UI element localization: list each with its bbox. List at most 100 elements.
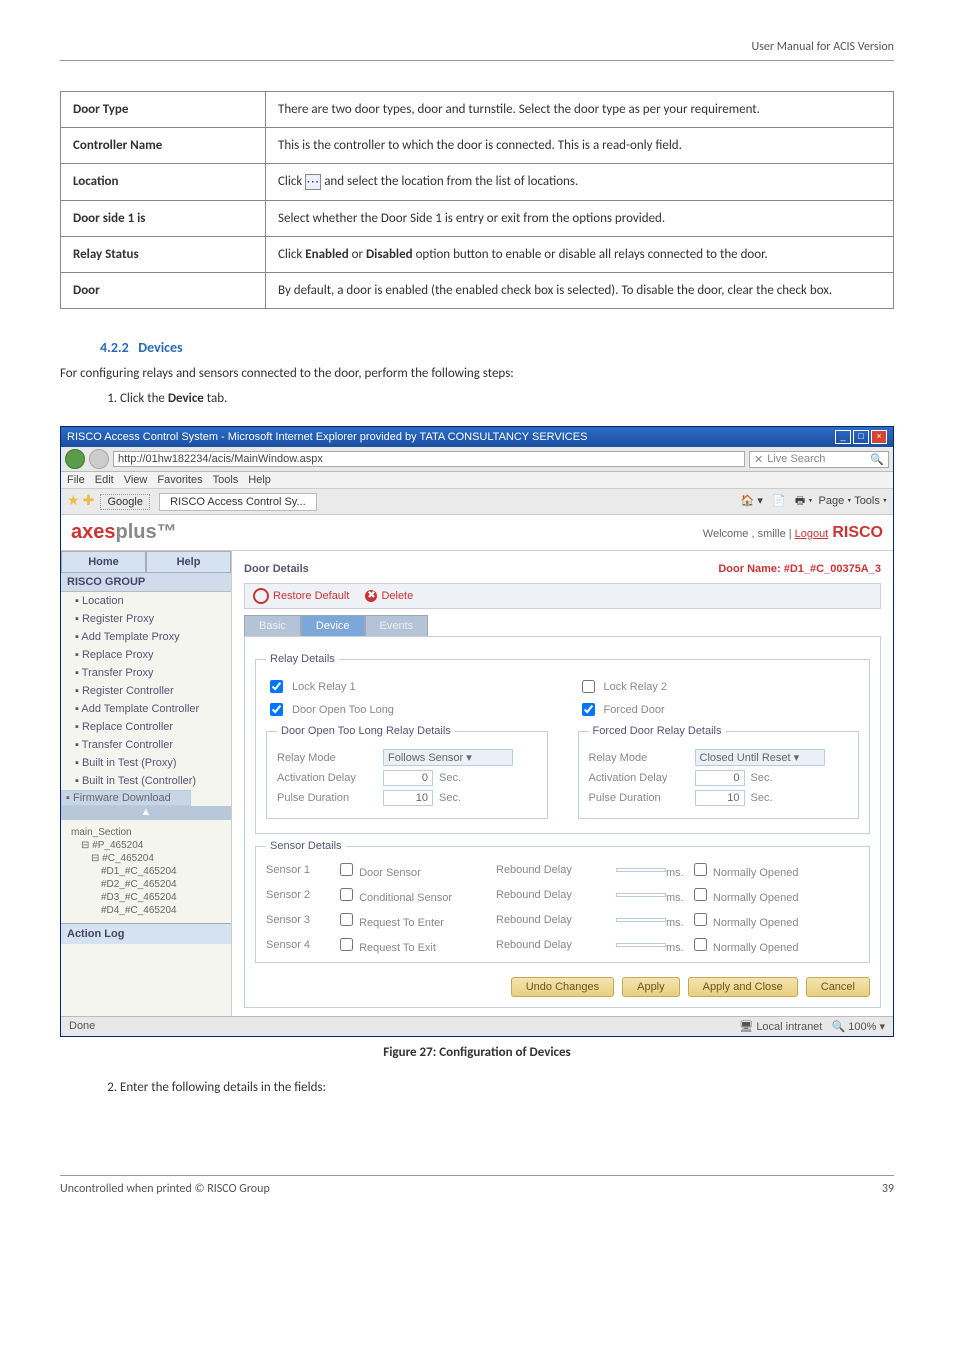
collapse-icon[interactable]: ▲: [61, 806, 231, 820]
norm-open[interactable]: [694, 863, 707, 876]
norm-open[interactable]: [694, 938, 707, 951]
sensor-enable[interactable]: [340, 913, 353, 926]
fav-google[interactable]: Google: [100, 494, 149, 510]
sensor-enable[interactable]: [340, 938, 353, 951]
act-delay-input[interactable]: 0: [695, 770, 745, 786]
apply-close-button[interactable]: Apply and Close: [688, 977, 798, 997]
delete-button[interactable]: ✖Delete: [365, 588, 413, 604]
step-1: Click the Device tab.: [120, 391, 894, 406]
relay-legend: Relay Details: [266, 653, 339, 665]
rebound-input[interactable]: [616, 943, 666, 947]
tree-item[interactable]: #D4_#C_465204: [71, 904, 225, 917]
section-heading: 4.2.2 Devices: [100, 339, 894, 356]
browser-menu[interactable]: FileEditViewFavoritesToolsHelp: [61, 472, 893, 489]
sensor-enable[interactable]: [340, 888, 353, 901]
screenshot: RISCO Access Control System - Microsoft …: [60, 426, 894, 1037]
undo-button[interactable]: Undo Changes: [511, 977, 614, 997]
browse-icon: ⋯: [305, 174, 321, 190]
action-log[interactable]: Action Log: [61, 923, 231, 944]
pulse-input[interactable]: 10: [383, 790, 433, 806]
pulse-input[interactable]: 10: [695, 790, 745, 806]
intro-text: For configuring relays and sensors conne…: [60, 366, 894, 381]
cancel-button[interactable]: Cancel: [806, 977, 870, 997]
tab-home[interactable]: Home: [61, 551, 146, 573]
norm-open[interactable]: [694, 913, 707, 926]
status-done: Done: [69, 1020, 95, 1033]
row-desc: This is the controller to which the door…: [266, 128, 894, 164]
browser-tab[interactable]: RISCO Access Control Sy...: [159, 493, 317, 511]
welcome-text: Welcome , smille | LogoutRISCO: [703, 524, 883, 542]
sidebar-item[interactable]: ▪ Add Template Controller: [61, 700, 231, 718]
sidebar-item[interactable]: ▪ Replace Proxy: [61, 646, 231, 664]
forced-door[interactable]: [582, 703, 595, 716]
status-zoom[interactable]: 100%: [848, 1021, 876, 1033]
tab-help[interactable]: Help: [146, 551, 231, 573]
rebound-input[interactable]: [616, 918, 666, 922]
close-icon[interactable]: ×: [871, 430, 887, 444]
tree: main_Section ⊟ #P_465204 ⊟ #C_465204 #D1…: [61, 820, 231, 923]
search-box[interactable]: ✕Live Search🔍: [749, 451, 889, 468]
sidebar-item[interactable]: ▪ Replace Controller: [61, 718, 231, 736]
dootl-legend: Door Open Too Long Relay Details: [277, 725, 455, 737]
window-buttons[interactable]: _□×: [833, 430, 887, 444]
back-icon[interactable]: [65, 449, 85, 469]
sidebar-item[interactable]: ▪ Register Proxy: [61, 610, 231, 628]
sidebar-group: RISCO GROUP: [61, 573, 231, 592]
sidebar-item[interactable]: ▪ Built in Test (Controller): [61, 772, 231, 790]
logout-link[interactable]: Logout: [795, 528, 829, 540]
tree-item[interactable]: #D3_#C_465204: [71, 891, 225, 904]
forward-icon[interactable]: [89, 449, 109, 469]
row-label: Relay Status: [61, 237, 266, 273]
sidebar-item[interactable]: ▪ Add Template Proxy: [61, 628, 231, 646]
tree-title: main_Section: [71, 826, 225, 839]
sidebar-item[interactable]: ▪ Built in Test (Proxy): [61, 754, 231, 772]
door-name: Door Name: #D1_#C_00375A_3: [718, 563, 881, 575]
minimize-icon[interactable]: _: [835, 430, 851, 444]
tree-item[interactable]: #D1_#C_465204: [71, 865, 225, 878]
lock-relay-1[interactable]: [270, 680, 283, 693]
sidebar-item[interactable]: ▪ Transfer Proxy: [61, 664, 231, 682]
step-2: Enter the following details in the field…: [120, 1080, 894, 1095]
browser-tools[interactable]: 🏠 ▾ 📄 🖶 ▾ Page ▾ Tools ▾: [741, 492, 887, 511]
row-label: Location: [61, 164, 266, 201]
lock-relay-2[interactable]: [582, 680, 595, 693]
relay-mode-select[interactable]: Follows Sensor ▾: [383, 749, 513, 766]
sidebar-item[interactable]: ▪ Firmware Download: [61, 790, 191, 806]
restore-icon: [253, 588, 269, 604]
tree-item[interactable]: #D2_#C_465204: [71, 878, 225, 891]
panel-title: Door Details: [244, 563, 309, 575]
tree-item[interactable]: ⊟ #C_465204: [71, 852, 225, 865]
brand-logo: axesplus™: [71, 521, 177, 544]
rebound-input[interactable]: [616, 893, 666, 897]
sidebar-item[interactable]: ▪ Transfer Controller: [61, 736, 231, 754]
row-label: Door: [61, 273, 266, 309]
restore-button[interactable]: Restore Default: [253, 588, 349, 604]
tree-item[interactable]: ⊟ #P_465204: [71, 839, 225, 852]
add-fav-icon[interactable]: ✚: [83, 492, 95, 508]
favorites-icon[interactable]: ★: [67, 492, 80, 508]
tab-events[interactable]: Events: [365, 615, 429, 636]
row-label: Controller Name: [61, 128, 266, 164]
act-delay-input[interactable]: 0: [383, 770, 433, 786]
window-title: RISCO Access Control System - Microsoft …: [67, 431, 587, 443]
window-titlebar: RISCO Access Control System - Microsoft …: [61, 427, 893, 447]
rebound-input[interactable]: [616, 868, 666, 872]
row-desc: Select whether the Door Side 1 is entry …: [266, 201, 894, 237]
sidebar-item[interactable]: ▪ Location: [61, 592, 231, 610]
tab-basic[interactable]: Basic: [244, 615, 301, 636]
address-bar[interactable]: http://01hw182234/acis/MainWindow.aspx: [113, 451, 745, 467]
sensor-legend: Sensor Details: [266, 840, 346, 852]
search-go-icon[interactable]: 🔍: [870, 453, 884, 466]
relay-mode-select[interactable]: Closed Until Reset ▾: [695, 749, 825, 766]
sensor-details: Sensor Details Sensor 1 Door SensorRebou…: [255, 840, 870, 963]
sidebar-item[interactable]: ▪ Register Controller: [61, 682, 231, 700]
apply-button[interactable]: Apply: [622, 977, 680, 997]
door-open-long[interactable]: [270, 703, 283, 716]
search-icon: ✕: [754, 453, 763, 466]
risco-logo: RISCO: [832, 524, 883, 541]
norm-open[interactable]: [694, 888, 707, 901]
maximize-icon[interactable]: □: [853, 430, 869, 444]
footer-left: Uncontrolled when printed © RISCO Group: [60, 1182, 270, 1196]
sensor-enable[interactable]: [340, 863, 353, 876]
tab-device[interactable]: Device: [301, 615, 365, 636]
